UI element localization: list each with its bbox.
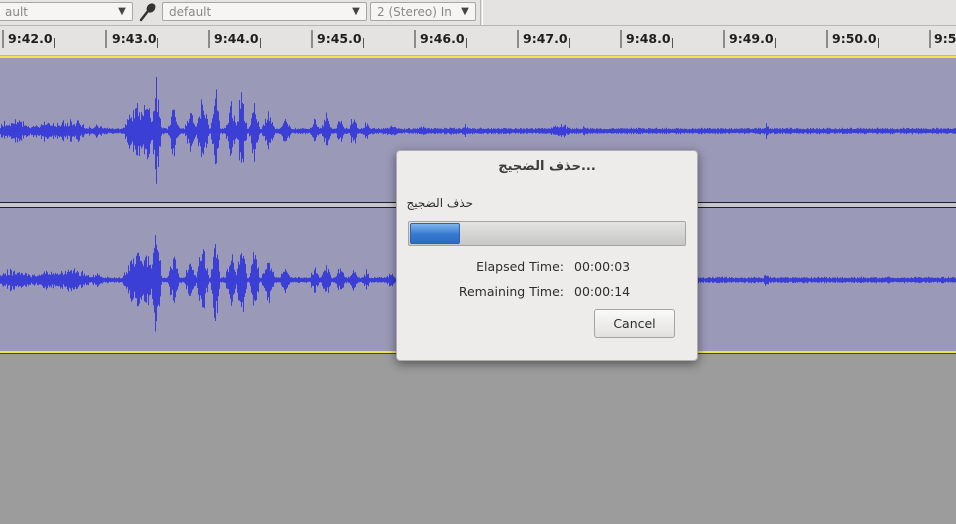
ruler-tick-label: 9:42.0 bbox=[8, 31, 53, 46]
cancel-button[interactable]: Cancel bbox=[594, 309, 675, 338]
remaining-time-value: 00:00:14 bbox=[574, 284, 631, 299]
chevron-down-icon: ▼ bbox=[118, 6, 126, 17]
ruler-tick-label: 9:44.0 bbox=[214, 31, 259, 46]
toolbar-separator bbox=[480, 0, 483, 25]
microphone-icon bbox=[137, 2, 159, 22]
ruler-tick-label: 9:48.0 bbox=[626, 31, 671, 46]
elapsed-time-value: 00:00:03 bbox=[574, 259, 631, 274]
progress-bar-fill bbox=[410, 223, 460, 244]
recording-channels-select[interactable]: 2 (Stereo) In ▼ bbox=[370, 2, 476, 21]
ruler-tick-label: 9:45.0 bbox=[317, 31, 362, 46]
cancel-button-label: Cancel bbox=[613, 316, 656, 331]
ruler-tick-label: 9:46.0 bbox=[420, 31, 465, 46]
chevron-down-icon: ▼ bbox=[352, 6, 360, 17]
ruler-tick-label: 9:5 bbox=[934, 31, 956, 46]
empty-track-area[interactable] bbox=[0, 356, 956, 524]
recording-channels-value: 2 (Stereo) In bbox=[377, 5, 452, 19]
device-toolbar: ault ▼ default ▼ 2 (Stereo) In ▼ bbox=[0, 0, 956, 26]
audio-host-value: ault bbox=[5, 5, 28, 19]
audio-host-select[interactable]: ault ▼ bbox=[0, 2, 133, 21]
ruler-tick-label: 9:49.0 bbox=[729, 31, 774, 46]
dialog-title: حذف الضجيج... bbox=[498, 159, 596, 174]
noise-removal-progress-dialog: حذف الضجيج... حذف الضجيج Elapsed Time: 0… bbox=[396, 150, 698, 361]
elapsed-time-label: Elapsed Time: bbox=[476, 259, 564, 274]
recording-device-select[interactable]: default ▼ bbox=[162, 2, 367, 21]
progress-bar bbox=[408, 221, 686, 246]
remaining-time-label: Remaining Time: bbox=[458, 284, 564, 299]
recording-device-value: default bbox=[169, 5, 212, 19]
dialog-message: حذف الضجيج bbox=[406, 196, 473, 210]
chevron-down-icon: ▼ bbox=[461, 6, 469, 17]
ruler-tick-label: 9:47.0 bbox=[523, 31, 568, 46]
timeline-ruler[interactable]: 9:42.0 9:43.0 9:44.0 9:45.0 9:46.0 9:47.… bbox=[0, 26, 956, 56]
ruler-tick-label: 9:50.0 bbox=[832, 31, 877, 46]
ruler-tick-label: 9:43.0 bbox=[112, 31, 157, 46]
